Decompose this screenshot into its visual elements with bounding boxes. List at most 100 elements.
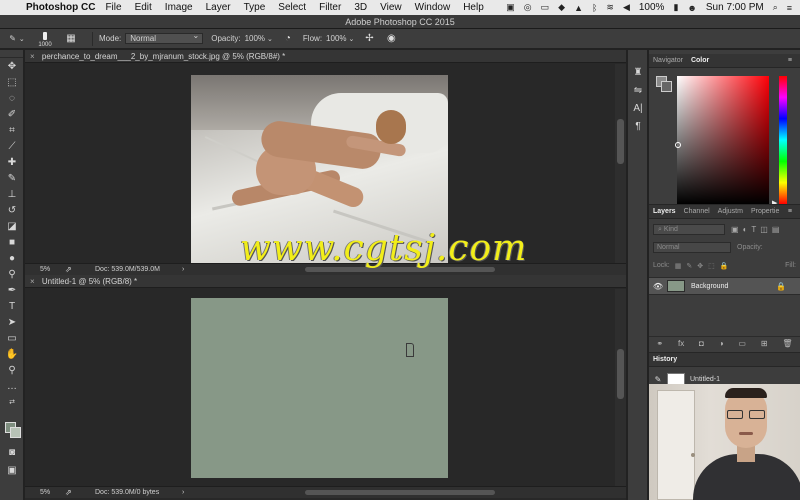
mode-select[interactable]: Normal [125, 31, 204, 44]
layer-style-icon[interactable]: fx [678, 339, 684, 348]
eraser-tool-icon[interactable]: ◪ [0, 218, 24, 234]
notification-icon[interactable]: ≡ [787, 3, 792, 13]
hand-tool-icon[interactable]: ✋ [0, 346, 24, 362]
character-icon[interactable]: A| [628, 100, 648, 116]
export-icon[interactable]: ⇗ [65, 487, 72, 498]
close-tab-icon[interactable]: × [30, 52, 35, 61]
search-icon[interactable]: ⌕ [773, 2, 778, 13]
pressure-opacity-icon[interactable]: ◔ [281, 32, 295, 46]
zoom-level[interactable]: 5% [40, 487, 50, 498]
monitor-icon[interactable]: ▭ [541, 2, 550, 13]
battery-icon[interactable]: ▮ [673, 2, 678, 13]
lock-transparency-icon[interactable]: ▦ [675, 262, 682, 270]
swap-colors-icon[interactable]: ⇄ [0, 394, 24, 410]
menu-help[interactable]: Help [463, 2, 484, 13]
link-layers-icon[interactable]: ⚭ [656, 339, 663, 348]
menu-edit[interactable]: Edit [135, 2, 152, 13]
zoom-level[interactable]: 5% [40, 264, 50, 275]
color-field[interactable] [677, 76, 769, 204]
rectangle-tool-icon[interactable]: ▭ [0, 330, 24, 346]
kind-filter-select[interactable]: ⌕ Kind [653, 224, 725, 235]
brush-presets-icon[interactable]: ♜ [628, 64, 648, 80]
quick-select-tool-icon[interactable]: ✐ [0, 106, 24, 122]
smart-object-filter-icon[interactable]: ▤ [772, 225, 780, 234]
flow-dropdown-icon[interactable]: ⌄ [349, 35, 355, 43]
delete-layer-icon[interactable]: 🗑 [782, 339, 792, 348]
shape-filter-icon[interactable]: ◫ [760, 225, 768, 234]
status-menu-arrow-icon[interactable]: › [182, 264, 184, 275]
pixel-filter-icon[interactable]: ▣ [731, 225, 739, 234]
tab-properties[interactable]: Propertie [747, 208, 783, 215]
zoom-tool-icon[interactable]: ⚲ [0, 362, 24, 378]
menu-3d[interactable]: 3D [354, 2, 367, 13]
horizontal-scrollbar-2[interactable] [305, 490, 495, 495]
status-menu-arrow-icon[interactable]: › [182, 487, 184, 498]
tab-color[interactable]: Color [687, 57, 713, 64]
menu-filter[interactable]: Filter [319, 2, 341, 13]
airplay-icon[interactable]: ▲ [574, 3, 583, 13]
gradient-tool-icon[interactable]: ■ [0, 234, 24, 250]
type-filter-icon[interactable]: T [751, 225, 756, 234]
layer-row-background[interactable]: 👁 Background 🔒 [649, 277, 800, 295]
tab-history[interactable]: History [649, 356, 681, 363]
blank-canvas[interactable] [191, 298, 448, 478]
document-tab-1[interactable]: × perchance_to_dream___2_by_mjranum_stoc… [25, 50, 626, 63]
lock-all-icon[interactable]: 🔒 [720, 262, 729, 270]
artboard-icon[interactable]: ⬚ [708, 262, 715, 270]
adjustments-icon[interactable]: ⇋ [628, 82, 648, 98]
canvas-view-2[interactable] [25, 289, 615, 486]
color-panel-background-swatch[interactable] [661, 81, 672, 92]
menu-view[interactable]: View [380, 2, 402, 13]
menu-image[interactable]: Image [165, 2, 193, 13]
volume-icon[interactable]: ◀ [623, 2, 630, 13]
hue-slider[interactable] [779, 76, 787, 204]
new-group-icon[interactable]: ▭ [738, 339, 746, 348]
visibility-eye-icon[interactable]: 👁 [649, 282, 667, 291]
healing-brush-tool-icon[interactable]: ✚ [0, 154, 24, 170]
brush-panel-icon[interactable]: ▦ [64, 32, 78, 46]
pressure-size-icon[interactable]: ◉ [384, 32, 398, 46]
dropbox-icon[interactable]: ◆ [558, 2, 565, 13]
export-icon[interactable]: ⇗ [65, 264, 72, 275]
creative-cloud-icon[interactable]: ◎ [524, 2, 532, 13]
document-tab-2[interactable]: × Untitled-1 @ 5% (RGB/8) * [25, 275, 626, 288]
bluetooth-icon[interactable]: ᛒ [592, 3, 597, 13]
pen-tool-icon[interactable]: ✒ [0, 282, 24, 298]
clock[interactable]: Sun 7:00 PM [706, 2, 764, 13]
opacity-dropdown-icon[interactable]: ⌄ [267, 35, 273, 43]
tab-adjustments[interactable]: Adjustm [714, 208, 747, 215]
blend-mode-select[interactable]: Normal [653, 242, 731, 253]
add-mask-icon[interactable]: ◘ [699, 339, 704, 348]
dodge-tool-icon[interactable]: ⚲ [0, 266, 24, 282]
panel-menu-icon[interactable]: ≡ [784, 57, 796, 64]
lock-position-icon[interactable]: ✥ [697, 262, 703, 270]
type-tool-icon[interactable]: T [0, 298, 24, 314]
screen-mode-icon[interactable]: ▣ [0, 462, 24, 478]
history-brush-source-icon[interactable]: ✎ [649, 375, 667, 384]
flow-value[interactable]: 100% [326, 34, 346, 43]
tab-channels[interactable]: Channel [680, 208, 714, 215]
menu-select[interactable]: Select [278, 2, 306, 13]
move-tool-icon[interactable]: ✥ [0, 58, 24, 74]
tab-layers[interactable]: Layers [649, 208, 680, 215]
menu-layer[interactable]: Layer [206, 2, 231, 13]
layer-name[interactable]: Background [691, 283, 728, 290]
tool-preset-picker[interactable]: ✎ ⌄ [0, 34, 34, 43]
path-selection-tool-icon[interactable]: ➤ [0, 314, 24, 330]
adjustment-filter-icon[interactable]: ◐ [743, 225, 748, 234]
lock-pixels-icon[interactable]: ✎ [686, 262, 692, 270]
menu-window[interactable]: Window [415, 2, 451, 13]
tab-navigator[interactable]: Navigator [649, 57, 687, 64]
app-menu[interactable]: Photoshop CC [26, 2, 95, 13]
blur-tool-icon[interactable]: ● [0, 250, 24, 266]
more-tools-icon[interactable]: … [0, 378, 24, 394]
quick-mask-icon[interactable]: ◙ [0, 444, 24, 460]
menu-type[interactable]: Type [244, 2, 266, 13]
new-layer-icon[interactable]: ⊞ [761, 339, 768, 348]
background-color-swatch[interactable] [10, 427, 21, 438]
close-tab-icon[interactable]: × [30, 277, 35, 286]
adjustment-layer-icon[interactable]: ◑ [719, 339, 724, 348]
vertical-scrollbar-1[interactable] [615, 64, 626, 263]
history-brush-tool-icon[interactable]: ↺ [0, 202, 24, 218]
vertical-scrollbar-2[interactable] [615, 289, 626, 486]
